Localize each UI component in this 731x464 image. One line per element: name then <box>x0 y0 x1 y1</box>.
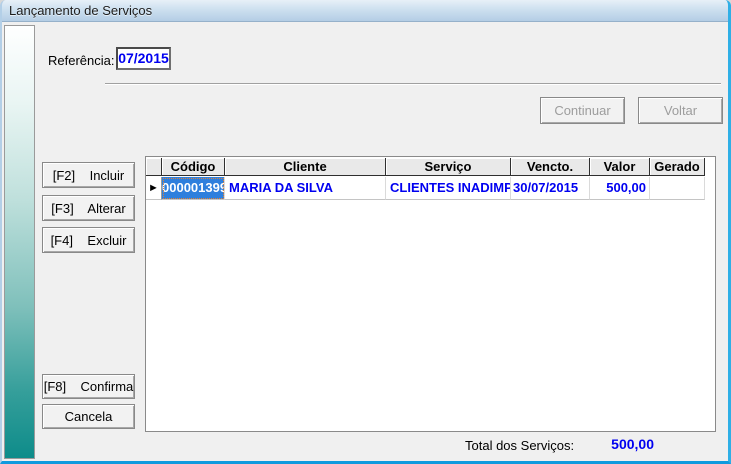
column-header-vencto[interactable]: Vencto. <box>511 158 590 176</box>
cancela-button[interactable]: Cancela <box>42 404 135 429</box>
excluir-button[interactable]: [F4] Excluir <box>42 227 135 253</box>
grid-header-indicator-cell <box>146 158 162 176</box>
table-row[interactable]: ► 000001399 MARIA DA SILVA CLIENTES INAD… <box>146 177 715 200</box>
decorative-gradient-strip <box>4 25 35 459</box>
reference-label: Referência: <box>48 53 114 68</box>
column-header-codigo[interactable]: Código <box>162 158 225 176</box>
cell-vencto[interactable]: 30/07/2015 <box>511 177 590 200</box>
incluir-button[interactable]: [F2] Incluir <box>42 162 135 188</box>
alterar-button[interactable]: [F3] Alterar <box>42 195 135 221</box>
confirma-button[interactable]: [F8] Confirma <box>42 374 135 399</box>
total-services-label: Total dos Serviços: <box>465 438 574 453</box>
reference-input[interactable]: 07/2015 <box>116 47 171 70</box>
continuar-button[interactable]: Continuar <box>540 97 625 124</box>
cell-valor[interactable]: 500,00 <box>590 177 650 200</box>
column-header-gerado[interactable]: Gerado <box>650 158 705 176</box>
window-title: Lançamento de Serviços <box>9 3 152 18</box>
total-services-value: 500,00 <box>594 436 654 452</box>
voltar-button[interactable]: Voltar <box>638 97 723 124</box>
row-indicator-icon: ► <box>146 177 162 200</box>
services-grid[interactable]: Código Cliente Serviço Vencto. Valor Ger… <box>145 156 716 432</box>
cell-codigo[interactable]: 000001399 <box>162 177 225 200</box>
cell-cliente[interactable]: MARIA DA SILVA <box>225 177 386 200</box>
cell-gerado[interactable] <box>650 177 705 200</box>
cell-servico[interactable]: CLIENTES INADIMPLI <box>386 177 511 200</box>
titlebar[interactable]: Lançamento de Serviços <box>0 0 731 22</box>
grid-header-row: Código Cliente Serviço Vencto. Valor Ger… <box>146 158 715 177</box>
column-header-servico[interactable]: Serviço <box>386 158 511 176</box>
lancamento-servicos-window: Lançamento de Serviços Referência: 07/20… <box>0 0 731 464</box>
horizontal-separator <box>105 83 721 85</box>
column-header-cliente[interactable]: Cliente <box>225 158 386 176</box>
column-header-valor[interactable]: Valor <box>590 158 650 176</box>
